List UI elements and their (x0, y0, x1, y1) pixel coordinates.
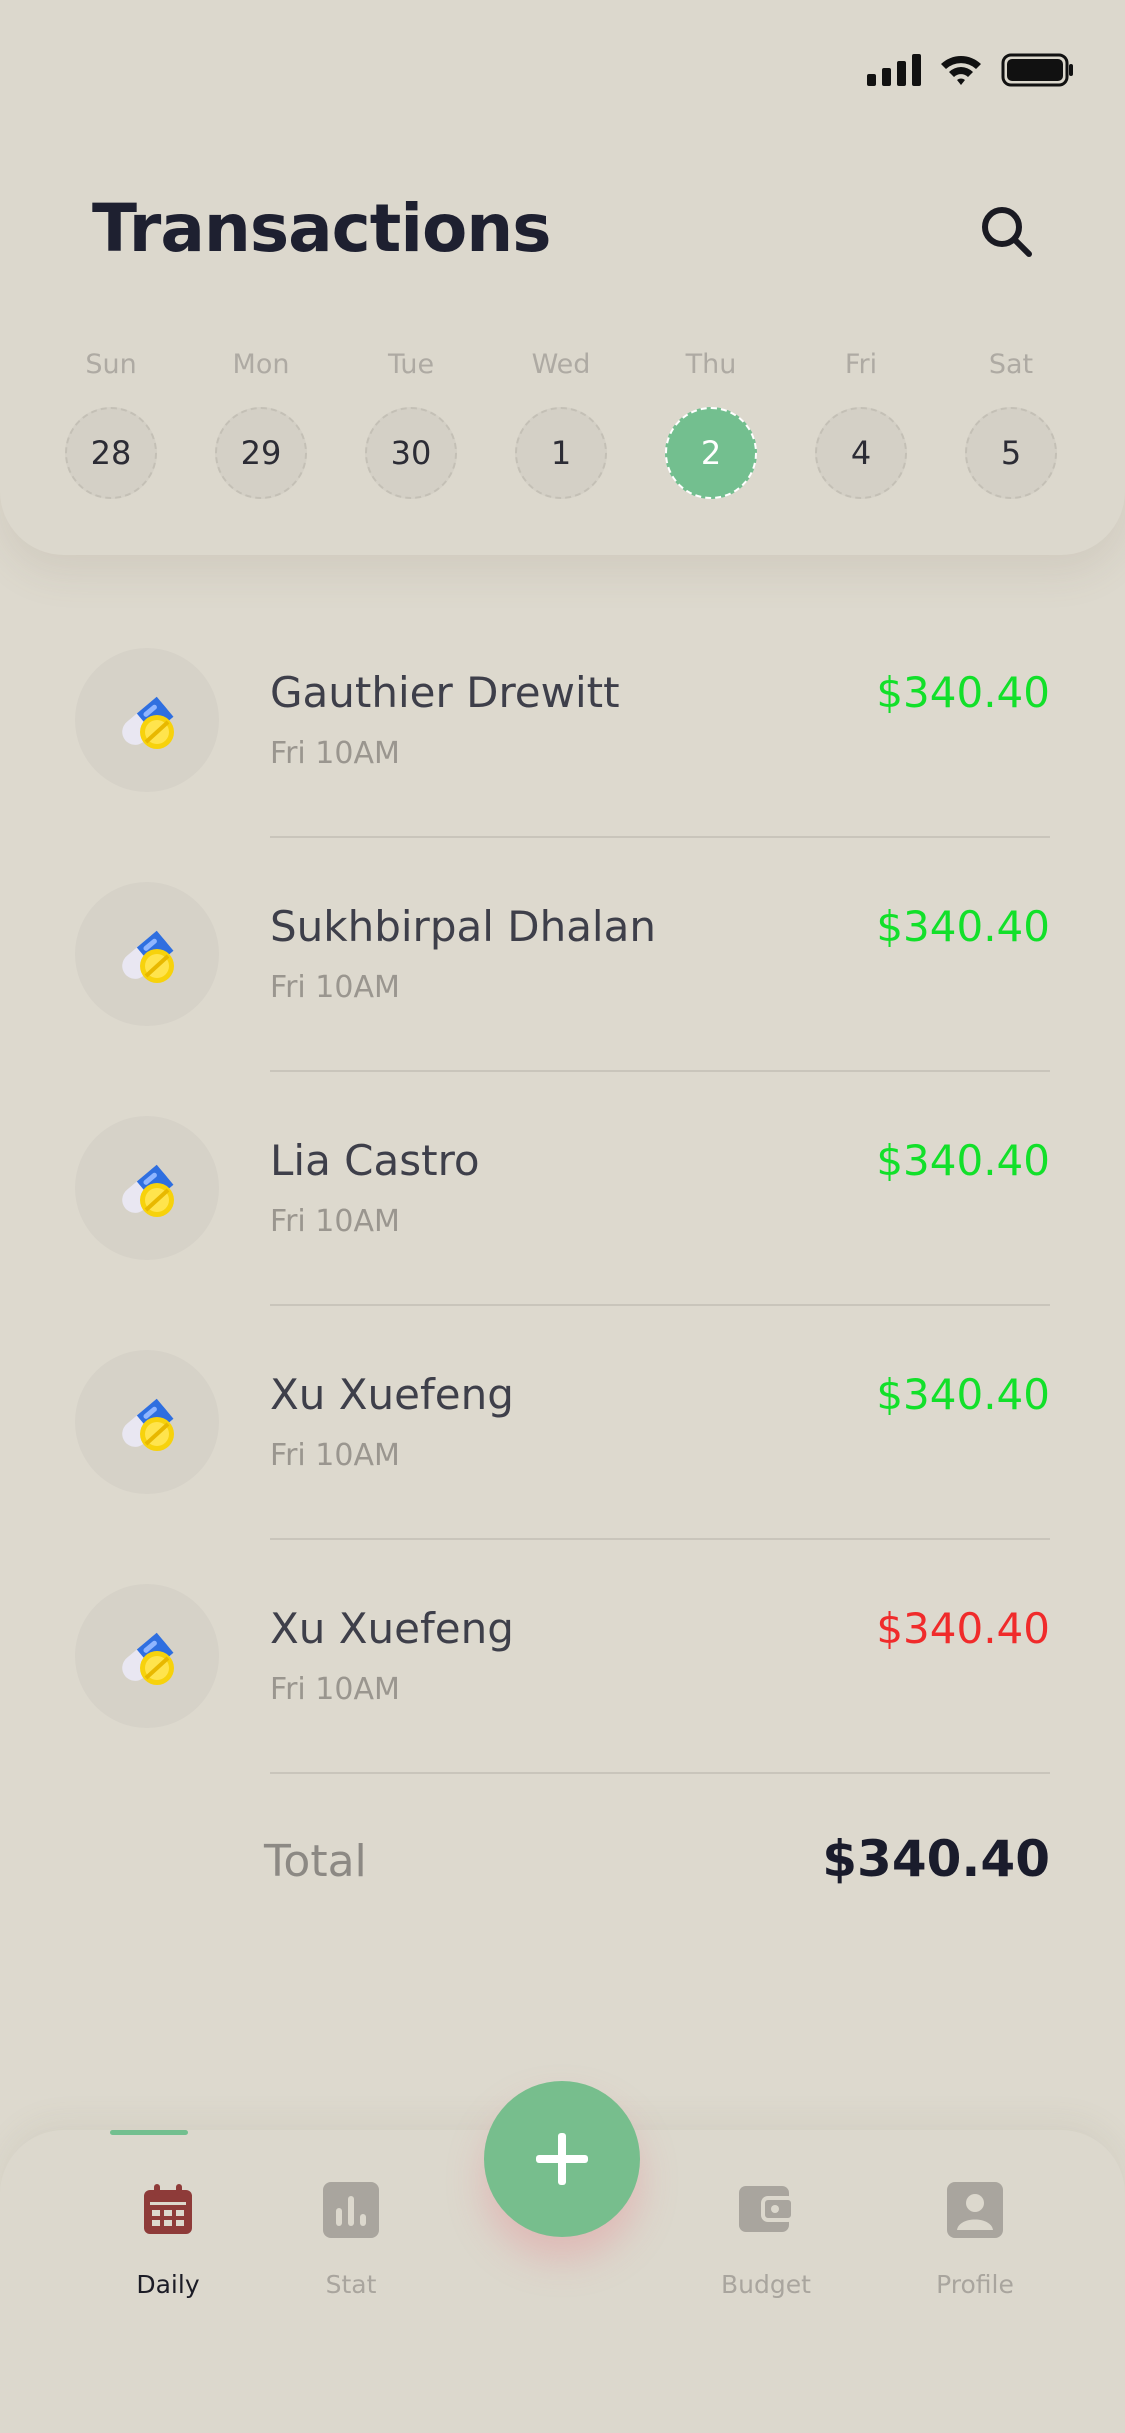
transaction-row[interactable]: Sukhbirpal Dhalan Fri 10AM $340.40 (0, 882, 1125, 1116)
nav-label: Daily (136, 2270, 200, 2299)
day-sat[interactable]: Sat 5 (965, 345, 1057, 499)
transaction-avatar (75, 648, 219, 792)
divider (270, 1538, 1050, 1540)
day-name: Wed (531, 349, 591, 380)
day-name: Tue (387, 349, 435, 380)
nav-label: Budget (721, 2270, 811, 2299)
transaction-time: Fri 10AM (270, 1204, 400, 1239)
transaction-name: Gauthier Drewitt (270, 668, 620, 717)
transaction-name: Xu Xuefeng (270, 1370, 514, 1419)
status-bar (867, 50, 1075, 90)
signal-icon (867, 54, 921, 86)
calendar-icon (144, 2184, 192, 2234)
day-tue[interactable]: Tue 30 (365, 345, 457, 499)
day-mon[interactable]: Mon 29 (215, 345, 307, 499)
search-icon (982, 207, 1032, 257)
day-name: Fri (844, 349, 878, 380)
header-card: Transactions Sun 28 Mon 29 Tue 30 Wed 1 … (0, 0, 1125, 555)
pills-icon (122, 696, 174, 749)
day-number[interactable]: 29 (215, 407, 307, 499)
pills-icon (122, 1164, 174, 1217)
plus-icon (536, 2133, 588, 2185)
day-number[interactable]: 4 (815, 407, 907, 499)
week-selector: Sun 28 Mon 29 Tue 30 Wed 1 Thu 2 Fri 4 S… (0, 345, 1125, 505)
day-thu[interactable]: Thu 2 (665, 345, 757, 499)
total-label: Total (264, 1836, 367, 1887)
nav-daily[interactable]: Daily (78, 2130, 258, 2310)
day-name: Mon (232, 349, 290, 380)
page-title: Transactions (92, 190, 552, 267)
stats-icon (323, 2182, 379, 2238)
divider (270, 1070, 1050, 1072)
day-number[interactable]: 5 (965, 407, 1057, 499)
transaction-avatar (75, 882, 219, 1026)
add-transaction-button[interactable] (484, 2081, 640, 2237)
transaction-time: Fri 10AM (270, 1438, 400, 1473)
profile-icon (947, 2182, 1003, 2238)
transaction-amount: $340.40 (876, 902, 1050, 951)
day-wed[interactable]: Wed 1 (515, 345, 607, 499)
wallet-icon (739, 2186, 795, 2232)
active-indicator (110, 2130, 188, 2135)
transaction-amount: $340.40 (876, 1136, 1050, 1185)
day-fri[interactable]: Fri 4 (815, 345, 907, 499)
divider (270, 1772, 1050, 1774)
transaction-avatar (75, 1116, 219, 1260)
wifi-icon (939, 53, 983, 87)
nav-label: Profile (936, 2270, 1014, 2299)
transaction-amount: $340.40 (876, 1370, 1050, 1419)
battery-icon (1001, 52, 1075, 88)
day-sun[interactable]: Sun 28 (65, 345, 157, 499)
day-number[interactable]: 30 (365, 407, 457, 499)
transaction-row[interactable]: Xu Xuefeng Fri 10AM $340.40 (0, 1350, 1125, 1584)
transaction-name: Lia Castro (270, 1136, 480, 1185)
nav-stat[interactable]: Stat (261, 2130, 441, 2310)
transaction-time: Fri 10AM (270, 736, 400, 771)
transaction-amount: $340.40 (876, 1604, 1050, 1653)
nav-profile[interactable]: Profile (885, 2130, 1065, 2310)
transaction-avatar (75, 1350, 219, 1494)
pills-icon (122, 1398, 174, 1451)
search-button[interactable] (975, 200, 1039, 264)
transaction-avatar (75, 1584, 219, 1728)
total-value: $340.40 (822, 1830, 1050, 1888)
pills-icon (122, 930, 174, 983)
transaction-amount: $340.40 (876, 668, 1050, 717)
day-number-selected[interactable]: 2 (665, 407, 757, 499)
day-name: Sun (85, 349, 137, 380)
nav-label: Stat (325, 2270, 377, 2299)
divider (270, 1304, 1050, 1306)
nav-budget[interactable]: Budget (676, 2130, 856, 2310)
transaction-name: Xu Xuefeng (270, 1604, 514, 1653)
day-number[interactable]: 1 (515, 407, 607, 499)
transaction-time: Fri 10AM (270, 970, 400, 1005)
divider (270, 836, 1050, 838)
transaction-row[interactable]: Gauthier Drewitt Fri 10AM $340.40 (0, 648, 1125, 882)
transaction-time: Fri 10AM (270, 1672, 400, 1707)
transaction-name: Sukhbirpal Dhalan (270, 902, 656, 951)
transaction-row[interactable]: Lia Castro Fri 10AM $340.40 (0, 1116, 1125, 1350)
transaction-row[interactable]: Xu Xuefeng Fri 10AM $340.40 (0, 1584, 1125, 1818)
pills-icon (122, 1632, 174, 1685)
day-name: Sat (988, 349, 1034, 380)
day-number[interactable]: 28 (65, 407, 157, 499)
day-name: Thu (685, 349, 737, 380)
